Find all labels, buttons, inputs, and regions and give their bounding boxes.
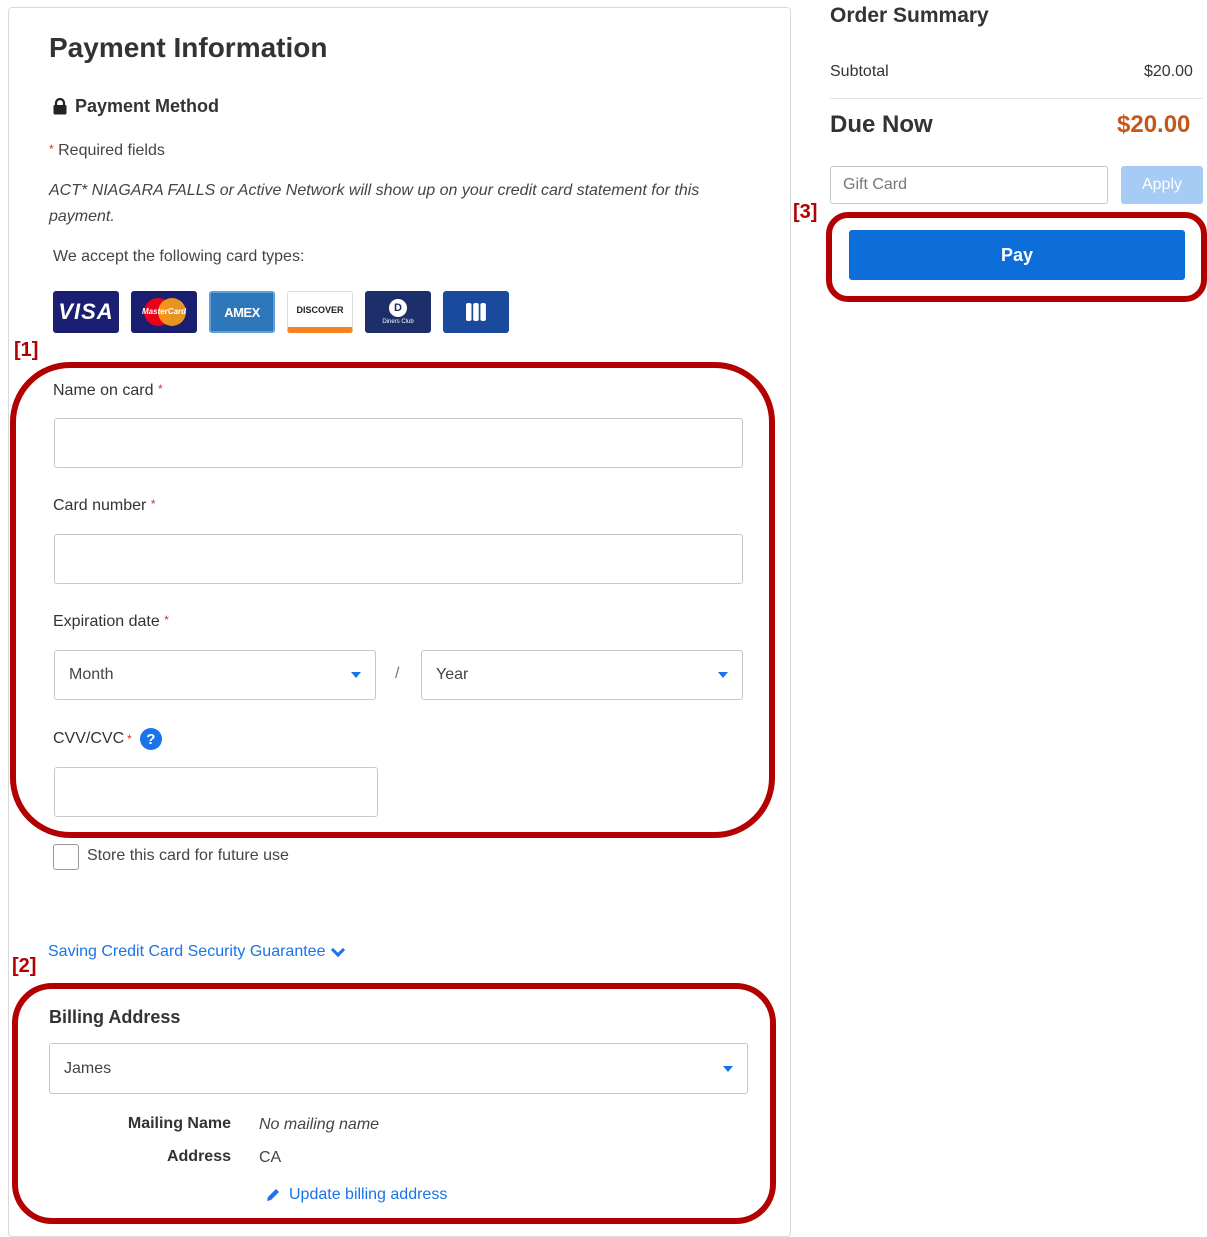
card-types: VISA MasterCard AMEX DISCOVER D Diners C… <box>53 291 509 333</box>
billing-address-select[interactable]: James <box>49 1043 748 1094</box>
jcb-logo <box>443 291 509 333</box>
gift-card-input[interactable]: Gift Card <box>830 166 1108 204</box>
order-summary-title: Order Summary <box>830 4 989 27</box>
due-now-value: $20.00 <box>1117 111 1191 138</box>
store-card-label[interactable]: Store this card for future use <box>87 847 289 865</box>
address-label: Address <box>166 1148 231 1165</box>
name-on-card-label: Name on card * <box>53 382 163 400</box>
expiration-separator: / <box>395 665 400 682</box>
required-marker: * <box>49 142 54 156</box>
cvv-label: CVV/CVC * ? <box>53 728 162 750</box>
month-select[interactable]: Month <box>54 650 376 700</box>
required-marker: * <box>164 613 169 627</box>
store-card-checkbox[interactable] <box>53 844 79 870</box>
help-icon[interactable]: ? <box>139 728 162 750</box>
jcb-icon <box>466 303 486 321</box>
accepted-cards-label: We accept the following card types: <box>53 248 305 265</box>
payment-method-heading: Payment Method <box>53 96 219 117</box>
apply-gift-card-button[interactable]: Apply <box>1121 166 1203 204</box>
security-guarantee-link[interactable]: Saving Credit Card Security Guarantee <box>48 942 346 961</box>
update-billing-address-link[interactable]: Update billing address <box>265 1186 447 1204</box>
page-title: Payment Information <box>49 32 328 63</box>
annotation-tag-3: [3] <box>793 201 818 223</box>
required-marker: * <box>150 497 156 511</box>
amex-logo: AMEX <box>209 291 275 333</box>
update-billing-address-text: Update billing address <box>289 1186 448 1203</box>
mailing-name-value: No mailing name <box>259 1116 380 1133</box>
diners-club-logo: D Diners Club <box>365 291 431 333</box>
lock-icon <box>53 98 67 115</box>
year-select-value: Year <box>436 666 469 683</box>
chevron-down-icon <box>723 1065 733 1072</box>
year-select[interactable]: Year <box>421 650 743 700</box>
name-on-card-label-text: Name on card <box>53 382 154 399</box>
discover-logo: DISCOVER <box>287 291 353 333</box>
mastercard-logo-text: MasterCard <box>142 307 187 316</box>
subtotal-value: $20.00 <box>1144 63 1193 80</box>
visa-logo: VISA <box>53 291 119 333</box>
chevron-down-icon <box>351 672 361 678</box>
annotation-tag-1: [1] <box>14 339 39 361</box>
name-on-card-input[interactable] <box>54 418 743 468</box>
security-guarantee-text: Saving Credit Card Security Guarantee <box>48 943 326 960</box>
month-select-value: Month <box>69 666 114 683</box>
subtotal-label: Subtotal <box>830 63 889 80</box>
expiration-date-label-text: Expiration date <box>53 613 160 630</box>
summary-divider <box>830 98 1203 99</box>
pay-button[interactable]: Pay <box>849 230 1185 280</box>
payment-method-label: Payment Method <box>75 96 220 116</box>
card-number-label: Card number * <box>53 497 156 515</box>
statement-note: ACT* NIAGARA FALLS or Active Network wil… <box>49 182 700 225</box>
expiration-date-label: Expiration date * <box>53 613 169 631</box>
due-now-label: Due Now <box>830 111 933 138</box>
chevron-down-icon <box>718 672 728 678</box>
billing-address-heading: Billing Address <box>49 1007 181 1027</box>
mastercard-logo: MasterCard <box>131 291 197 333</box>
mailing-name-label: Mailing Name <box>127 1115 231 1132</box>
chevron-down-icon <box>331 942 346 957</box>
diners-club-logo-text: Diners Club <box>382 319 414 325</box>
card-number-label-text: Card number <box>53 497 147 514</box>
annotation-tag-2: [2] <box>12 955 37 977</box>
cvv-label-text: CVV/CVC <box>53 730 125 747</box>
required-fields-note: * Required fields <box>49 142 165 160</box>
billing-address-select-value: James <box>64 1059 112 1077</box>
cvv-input[interactable] <box>54 767 378 817</box>
card-number-input[interactable] <box>54 534 743 584</box>
required-marker: * <box>127 732 132 746</box>
required-marker: * <box>157 382 163 396</box>
pencil-icon <box>267 1189 279 1201</box>
required-fields-text: Required fields <box>58 142 165 159</box>
address-value: CA <box>259 1149 282 1166</box>
